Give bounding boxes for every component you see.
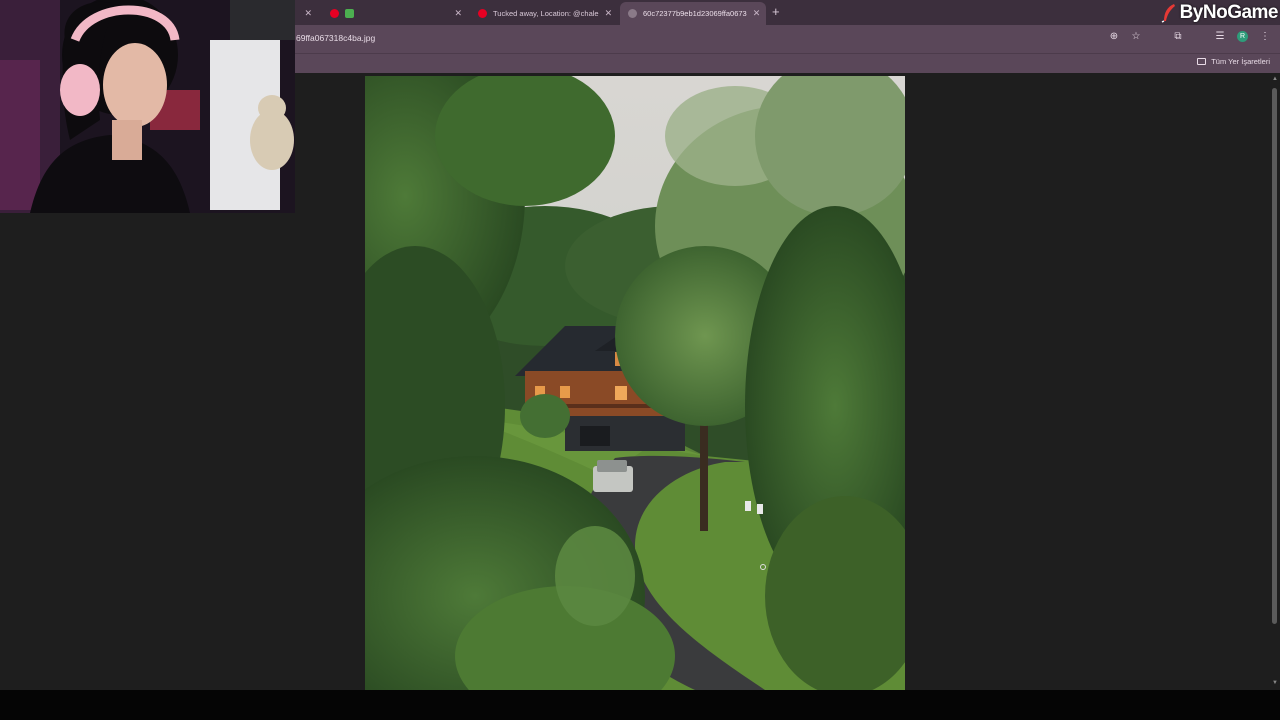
menu-icon[interactable]: ⋮ <box>1260 31 1270 42</box>
image-icon <box>628 9 637 18</box>
close-icon[interactable]: ✕ <box>454 8 462 19</box>
address-bar-url[interactable]: 69ffa067318c4ba.jpg <box>296 33 375 43</box>
screen: ✕ ✕ Tucked away, Location: @chale ✕ 60c7… <box>0 0 1280 720</box>
pinterest-icon <box>330 8 339 18</box>
extensions-icon[interactable]: ⧉ <box>1173 31 1183 42</box>
pinterest-icon <box>478 8 487 18</box>
scroll-down-icon[interactable]: ▼ <box>1272 680 1278 686</box>
zoom-icon[interactable]: ⊕ <box>1109 31 1119 42</box>
tab-pinterest[interactable]: ✕ <box>322 3 470 23</box>
scrollbar-thumb[interactable] <box>1272 88 1277 624</box>
media-control-icon[interactable]: ☰ <box>1215 31 1225 42</box>
tab-title: 60c72377b9eb1d23069ffa0673 <box>643 9 747 18</box>
toolbar-icons: ⊕ ☆ ⧉ ☰ R ⋮ <box>1109 31 1270 42</box>
close-icon[interactable]: ✕ <box>605 8 613 19</box>
all-bookmarks-label: Tüm Yer İşaretleri <box>1211 57 1270 66</box>
headphones <box>60 64 100 116</box>
tab-tucked-away[interactable]: Tucked away, Location: @chale ✕ <box>470 3 618 23</box>
mouse-cursor <box>760 564 766 570</box>
cabin-forest-photo[interactable] <box>365 76 905 690</box>
close-icon[interactable]: ✕ <box>753 8 761 19</box>
close-icon[interactable]: ✕ <box>304 8 312 19</box>
profile-avatar[interactable]: R <box>1237 31 1248 42</box>
plant-icon <box>345 8 354 18</box>
feather-icon <box>1161 4 1175 23</box>
tab-image-active[interactable]: 60c72377b9eb1d23069ffa0673 ✕ <box>620 2 766 25</box>
new-tab-button[interactable]: + <box>772 4 780 19</box>
scroll-up-icon[interactable]: ▲ <box>1272 76 1278 82</box>
webcam-overlay <box>0 0 295 213</box>
person-face <box>103 43 167 127</box>
star-icon[interactable]: ☆ <box>1131 31 1141 42</box>
logo-text: ByNoGame <box>1179 2 1279 23</box>
folder-icon <box>1197 58 1207 65</box>
tab-title: Tucked away, Location: @chale <box>493 8 599 18</box>
taskbar-edge <box>0 690 1280 720</box>
all-bookmarks-button[interactable]: Tüm Yer İşaretleri <box>1197 57 1270 66</box>
bynogame-logo: ByNoGame <box>1161 0 1280 26</box>
